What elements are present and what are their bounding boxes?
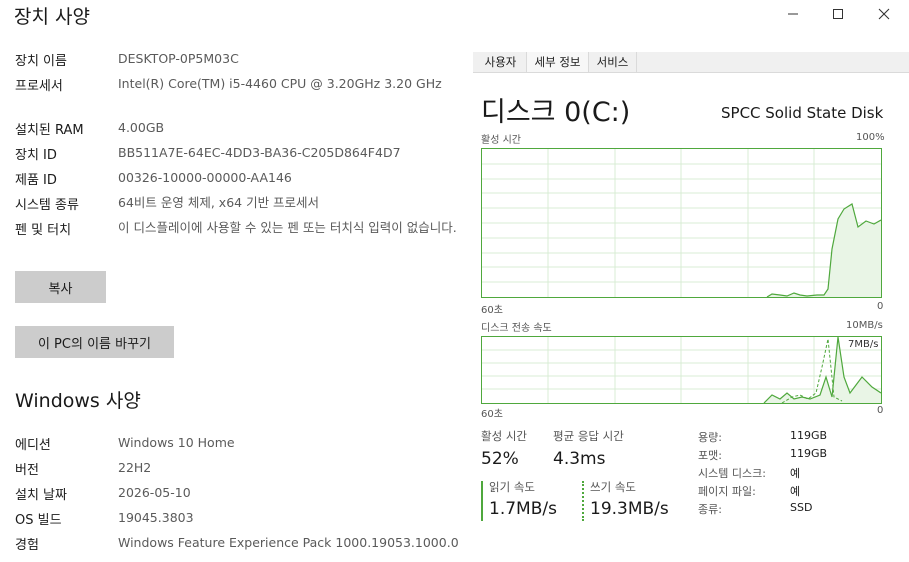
win-value-version: 22H2 — [118, 460, 152, 475]
disk-model: SPCC Solid State Disk — [721, 104, 884, 122]
transfer-x-left: 60초 — [481, 409, 503, 420]
spec-value-pen-touch: 이 디스플레이에 사용할 수 있는 펜 또는 터치식 입력이 없습니다. — [118, 220, 457, 235]
transfer-graph-max: 10MB/s — [846, 320, 883, 331]
transfer-graph-label: 디스크 전송 속도 — [481, 323, 552, 334]
tab-details[interactable]: 세부 정보 — [527, 52, 589, 72]
maximize-icon — [833, 9, 843, 19]
close-icon — [878, 8, 890, 20]
spec-label-system-type: 시스템 종류 — [15, 198, 79, 213]
spec-label-ram: 설치된 RAM — [15, 123, 84, 138]
rename-pc-button[interactable]: 이 PC의 이름 바꾸기 — [15, 326, 174, 358]
win-label-experience: 경험 — [15, 538, 39, 553]
spec-label-device-id: 장치 ID — [15, 148, 57, 163]
prop-format-value: 119GB — [790, 447, 828, 460]
read-speed-marker — [481, 481, 483, 521]
disk-title: 디스크 0(C:) — [481, 97, 631, 128]
spec-value-ram: 4.00GB — [118, 120, 165, 135]
stat-read-label: 읽기 속도 — [489, 480, 535, 494]
win-value-edition: Windows 10 Home — [118, 435, 235, 450]
active-time-chart — [482, 149, 881, 297]
win-value-install-date: 2026-05-10 — [118, 485, 191, 500]
spec-value-processor: Intel(R) Core(TM) i5-4460 CPU @ 3.20GHz … — [118, 76, 442, 91]
win-label-os-build: OS 빌드 — [15, 513, 62, 528]
prop-system-disk-value: 예 — [790, 467, 801, 480]
active-time-x-right: 0 — [877, 301, 884, 312]
active-time-x-left: 60초 — [481, 305, 503, 316]
stat-write-value: 19.3MB/s — [590, 499, 669, 519]
write-speed-marker — [582, 481, 584, 521]
transfer-graph-inner-label: 7MB/s — [848, 339, 879, 350]
stat-write-label: 쓰기 속도 — [590, 480, 636, 494]
stat-active-time-value: 52% — [481, 449, 519, 469]
minimize-icon — [788, 13, 798, 15]
close-button[interactable] — [861, 0, 907, 28]
stat-read-value: 1.7MB/s — [489, 499, 557, 519]
stat-avg-response-value: 4.3ms — [553, 449, 606, 469]
active-time-graph-label: 활성 시간 — [481, 135, 521, 146]
spec-value-system-type: 64비트 운영 체제, x64 기반 프로세서 — [118, 195, 320, 210]
transfer-graph — [481, 336, 882, 404]
win-label-edition: 에디션 — [15, 438, 51, 453]
stat-avg-response-label: 평균 응답 시간 — [553, 429, 624, 443]
win-label-version: 버전 — [15, 463, 39, 478]
prop-page-file-key: 페이지 파일: — [698, 485, 756, 498]
prop-type-key: 종류: — [698, 503, 722, 516]
spec-value-product-id: 00326-10000-00000-AA146 — [118, 170, 292, 185]
spec-label-pen-touch: 펜 및 터치 — [15, 223, 72, 238]
prop-capacity-key: 용량: — [698, 431, 722, 444]
maximize-button[interactable] — [815, 0, 861, 28]
win-value-os-build: 19045.3803 — [118, 510, 194, 525]
spec-label-product-id: 제품 ID — [15, 173, 57, 188]
prop-format-key: 포맷: — [698, 449, 722, 462]
spec-label-processor: 프로세서 — [15, 79, 63, 94]
copy-button[interactable]: 복사 — [15, 271, 106, 303]
win-value-experience: Windows Feature Experience Pack 1000.190… — [118, 535, 459, 550]
prop-page-file-value: 예 — [790, 485, 801, 498]
win-label-install-date: 설치 날짜 — [15, 488, 67, 503]
transfer-chart — [482, 337, 881, 403]
stat-active-time-label: 활성 시간 — [481, 429, 527, 443]
spec-value-device-id: BB511A7E-64EC-4DD3-BA36-C205D864F4D7 — [118, 145, 401, 160]
active-time-graph — [481, 148, 882, 298]
transfer-x-right: 0 — [877, 405, 884, 416]
spec-value-device-name: DESKTOP-0P5M03C — [118, 51, 239, 66]
active-time-graph-max: 100% — [856, 132, 885, 143]
tab-services[interactable]: 서비스 — [589, 52, 637, 72]
prop-capacity-value: 119GB — [790, 429, 828, 442]
window-title: 장치 사양 — [14, 6, 90, 28]
prop-system-disk-key: 시스템 디스크: — [698, 467, 766, 480]
minimize-button[interactable] — [770, 0, 816, 28]
tab-users[interactable]: 사용자 — [475, 52, 527, 72]
windows-specs-heading: Windows 사양 — [15, 390, 141, 412]
spec-label-device-name: 장치 이름 — [15, 54, 67, 69]
prop-type-value: SSD — [790, 501, 813, 514]
